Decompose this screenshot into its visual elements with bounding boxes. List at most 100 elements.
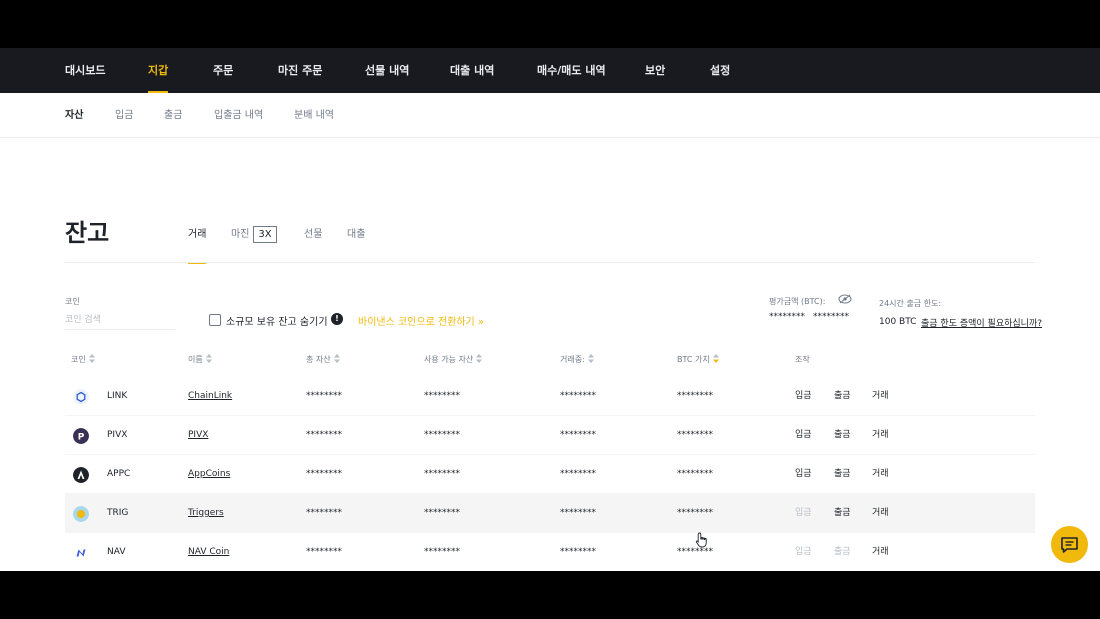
withdraw-limit-label: 24시간 출금 한도: — [879, 299, 942, 308]
column-header-label: 총 자산 — [306, 355, 331, 364]
deposit-link: 입금 — [795, 508, 812, 518]
coin-filter-label: 코인 — [65, 297, 80, 306]
column-header-actions: 조작 — [795, 355, 810, 364]
total-balance: ******** — [306, 391, 342, 401]
column-header-label: 사용 가능 자산 — [424, 355, 474, 364]
withdraw-link[interactable]: 출금 — [834, 416, 851, 455]
chat-button[interactable] — [1051, 526, 1088, 563]
in-order-balance: ******** — [560, 508, 596, 518]
coin-search-input[interactable] — [65, 310, 175, 330]
estimated-fiat-value: ******** — [813, 312, 849, 322]
coin-symbol: APPC — [107, 469, 131, 479]
chainlink-logo-icon — [73, 389, 89, 405]
nav-item-wallet[interactable]: 지갑 — [148, 48, 169, 93]
deposit-link: 입금 — [795, 547, 812, 557]
eye-off-icon[interactable] — [838, 294, 852, 304]
in-order-balance: ******** — [560, 547, 596, 557]
nav-item-futures-history[interactable]: 선물 내역 — [365, 48, 409, 93]
in-order-balance: ******** — [560, 391, 596, 401]
coin-name-link[interactable]: Triggers — [188, 494, 224, 533]
withdraw-link[interactable]: 출금 — [834, 494, 851, 533]
chat-icon — [1061, 537, 1078, 553]
column-header-in-order[interactable]: 거래중: — [560, 348, 594, 372]
withdraw-limit-value: 100 BTC — [879, 317, 917, 327]
available-balance: ******** — [424, 391, 460, 401]
subnav-item-transaction-history[interactable]: 입출금 내역 — [214, 93, 263, 138]
nav-item-security[interactable]: 보안 — [645, 48, 665, 93]
table-row: TRIG Triggers ******** ******** ********… — [65, 494, 1035, 533]
table-row: P PIVX PIVX ******** ******** ******** *… — [65, 416, 1035, 455]
trade-link[interactable]: 거래 — [872, 494, 889, 533]
withdraw-link[interactable]: 출금 — [834, 377, 851, 416]
estimated-value-label: 평가금액 (BTC): — [769, 297, 826, 306]
trade-link[interactable]: 거래 — [872, 377, 889, 416]
subnav-item-distribution-history[interactable]: 분배 내역 — [294, 93, 334, 138]
subnav-item-deposit[interactable]: 입금 — [115, 93, 133, 138]
navcoin-logo-icon — [73, 545, 89, 561]
in-order-balance: ******** — [560, 469, 596, 479]
column-header-btc-value[interactable]: BTC 가치 — [677, 348, 719, 372]
available-balance: ******** — [424, 469, 460, 479]
increase-limit-link[interactable]: 출금 한도 증액이 필요하십니까? — [921, 316, 1042, 329]
deposit-link[interactable]: 입금 — [795, 455, 812, 494]
tab-margin-label: 마진 — [231, 229, 250, 240]
sub-navigation: 자산 입금 출금 입출금 내역 분배 내역 — [0, 93, 1100, 138]
btc-value: ******** — [677, 391, 713, 401]
available-balance: ******** — [424, 508, 460, 518]
nav-item-dashboard[interactable]: 대시보드 — [65, 48, 105, 93]
nav-item-buy-sell-history[interactable]: 매수/매도 내역 — [537, 48, 606, 93]
column-header-available[interactable]: 사용 가능 자산 — [424, 348, 483, 372]
coin-name-link[interactable]: AppCoins — [188, 455, 230, 494]
subnav-item-withdraw[interactable]: 출금 — [164, 93, 182, 138]
info-icon[interactable]: ! — [331, 313, 343, 325]
column-header-label: 이름 — [188, 355, 203, 364]
page-title: 잔고 — [65, 219, 110, 247]
tab-loan[interactable]: 대출 — [347, 224, 365, 262]
tab-margin[interactable]: 마진 3X — [231, 224, 277, 262]
trade-link[interactable]: 거래 — [872, 533, 889, 571]
convert-to-bnb-link[interactable]: 바이낸스 코인으로 전환하기 » — [358, 313, 484, 328]
tab-spot[interactable]: 거래 — [188, 224, 207, 264]
withdraw-link[interactable]: 출금 — [834, 455, 851, 494]
btc-value: ******** — [677, 430, 713, 440]
sort-icon-active — [712, 354, 719, 363]
column-header-name[interactable]: 이름 — [188, 348, 212, 372]
coin-symbol: LINK — [107, 391, 128, 401]
nav-item-margin-orders[interactable]: 마진 주문 — [278, 48, 322, 93]
sort-icon — [587, 354, 594, 363]
table-header: 코인 이름 총 자산 사용 가능 자산 거래중: BTC 가치 조작 — [65, 348, 1035, 372]
column-header-coin[interactable]: 코인 — [71, 348, 95, 372]
sort-icon — [88, 354, 95, 363]
leverage-badge: 3X — [253, 226, 277, 243]
table-row: LINK ChainLink ******** ******** *******… — [65, 377, 1035, 416]
hide-small-balances-label: 소규모 보유 잔고 숨기기 — [226, 317, 328, 328]
triggers-logo-icon — [73, 506, 89, 522]
nav-item-settings[interactable]: 설정 — [710, 48, 730, 93]
tab-futures[interactable]: 선물 — [304, 224, 322, 262]
trade-link[interactable]: 거래 — [872, 455, 889, 494]
nav-item-orders[interactable]: 주문 — [213, 48, 233, 93]
deposit-link[interactable]: 입금 — [795, 416, 812, 455]
coin-symbol: PIVX — [107, 430, 128, 440]
withdraw-link: 출금 — [834, 547, 851, 557]
appcoins-logo-icon — [73, 467, 89, 483]
coin-name-link[interactable]: ChainLink — [188, 377, 232, 416]
coin-name-link[interactable]: NAV Coin — [188, 533, 229, 571]
table-row: APPC AppCoins ******** ******** ********… — [65, 455, 1035, 494]
column-header-total[interactable]: 총 자산 — [306, 348, 340, 372]
total-balance: ******** — [306, 430, 342, 440]
deposit-link[interactable]: 입금 — [795, 377, 812, 416]
nav-item-loan-history[interactable]: 대출 내역 — [450, 48, 494, 93]
total-balance: ******** — [306, 547, 342, 557]
table-row: NAV NAV Coin ******** ******** ******** … — [65, 533, 1035, 571]
available-balance: ******** — [424, 547, 460, 557]
trade-link[interactable]: 거래 — [872, 416, 889, 455]
total-balance: ******** — [306, 469, 342, 479]
coin-symbol: NAV — [107, 547, 126, 557]
in-order-balance: ******** — [560, 430, 596, 440]
hide-small-balances-checkbox[interactable] — [209, 314, 221, 326]
btc-value: ******** — [677, 469, 713, 479]
top-navigation: 대시보드 지갑 주문 마진 주문 선물 내역 대출 내역 매수/매도 내역 보안… — [0, 48, 1100, 93]
coin-name-link[interactable]: PIVX — [188, 416, 208, 455]
subnav-item-assets[interactable]: 자산 — [65, 93, 83, 138]
